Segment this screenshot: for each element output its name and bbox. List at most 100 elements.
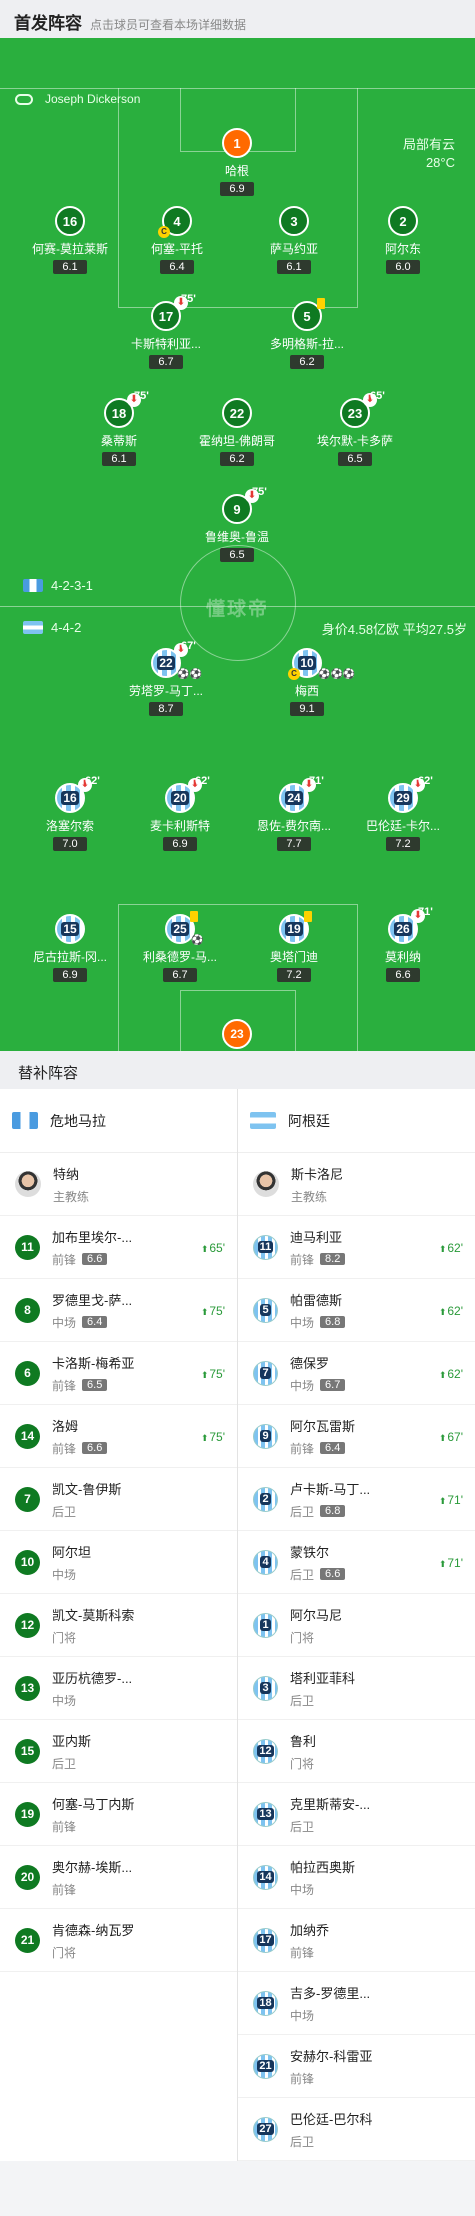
away-sub-row[interactable]: 17 加纳乔 前锋 (238, 1909, 475, 1972)
subs-section: 危地马拉 特纳主教练 11 加布里埃尔-... 前锋 6.6 65' 8 罗德里戈-萨... 中… (0, 1089, 475, 2161)
home-player[interactable]: 4 C 何塞-平托 6.4 (127, 206, 227, 275)
away-player[interactable]: 22 ⬇ 67' ⚽⚽ 劳塔罗-马丁... 8.7 (116, 640, 216, 717)
sub-position-line: 门将 (290, 1629, 408, 1646)
away-sub-row[interactable]: 2 卢卡斯-马丁... 后卫 6.8 71' (238, 1468, 475, 1531)
shirt-number: 23 (347, 405, 363, 421)
sub-info: 凯文-鲁伊斯 后卫 (52, 1479, 170, 1520)
shirt-number: 20 (20, 1870, 35, 1884)
away-sub-row[interactable]: 14 帕拉西奥斯 中场 (238, 1846, 475, 1909)
home-sub-row[interactable]: 特纳 主教练 (0, 1153, 237, 1216)
sub-minute: 75' (252, 486, 267, 498)
away-sub-row[interactable]: 18 吉多-罗德里... 中场 (238, 1972, 475, 2035)
shirt-number-badge: 11 (253, 1234, 278, 1260)
sub-on-minute: 75' (201, 1304, 225, 1318)
sub-position: 后卫 (290, 1693, 315, 1708)
home-team-name: 危地马拉 (50, 1112, 106, 1129)
sub-info: 何塞-马丁内斯 前锋 (52, 1794, 170, 1835)
away-sub-row[interactable]: 12 鲁利 门将 (238, 1720, 475, 1783)
shirt-number: 9 (260, 1430, 271, 1442)
away-player[interactable]: 19 奥塔门迪 7.2 (244, 911, 344, 983)
home-sub-row[interactable]: 12 凯文-莫斯科索 门将 (0, 1594, 237, 1657)
home-player[interactable]: 17 ⬇ 75' 卡斯特利亚... 6.7 (116, 293, 216, 370)
away-sub-row[interactable]: 3 塔利亚菲科 后卫 (238, 1657, 475, 1720)
player-rating: 6.9 (220, 182, 254, 196)
lineup-title: 首发阵容 (14, 14, 82, 33)
shirt-number-badge: 13 (15, 1675, 40, 1701)
away-player[interactable]: 24 ⬇ 71' 恩佐-费尔南... 7.7 (244, 775, 344, 852)
coach-avatar (253, 1171, 279, 1197)
home-player[interactable]: 1 哈根 6.9 (187, 128, 287, 197)
sub-on-minute: 65' (201, 1241, 225, 1255)
shirt-number-badge: 5 (253, 1297, 278, 1323)
lineup-header: 首发阵容 点击球员可查看本场详细数据 (0, 0, 475, 38)
sub-on-minute: 62' (439, 1367, 463, 1381)
away-player[interactable]: 15 尼古拉斯-冈... 6.9 (20, 914, 120, 983)
home-sub-row[interactable]: 20 奥尔赫-埃斯... 前锋 (0, 1846, 237, 1909)
shirt-number: 18 (111, 405, 127, 421)
home-player[interactable]: 9 ⬇ 75' 鲁维奥-鲁温 6.5 (187, 486, 287, 563)
sub-position-line: 后卫 (52, 1755, 170, 1772)
home-player[interactable]: 5 多明格斯-拉... 6.2 (257, 298, 357, 370)
sub-position-line: 后卫 6.8 (290, 1503, 408, 1520)
home-sub-row[interactable]: 10 阿尔坦 中场 (0, 1531, 237, 1594)
sub-name: 肯德森-纳瓦罗 (52, 1922, 135, 1938)
yellow-card-icon (304, 911, 312, 922)
sub-info: 凯文-莫斯科索 门将 (52, 1605, 170, 1646)
home-sub-row[interactable]: 21 肯德森-纳瓦罗 门将 (0, 1909, 237, 1972)
shirt-number: 29 (394, 791, 412, 805)
away-sub-row[interactable]: 13 克里斯蒂安-... 后卫 (238, 1783, 475, 1846)
away-sub-row[interactable]: 5 帕雷德斯中场 6.8 62' (238, 1279, 475, 1342)
away-player[interactable]: 25 ⚽ 利桑德罗-马... 6.7 (130, 911, 230, 983)
home-sub-row[interactable]: 14 洛姆前锋 6.6 75' (0, 1405, 237, 1468)
away-player[interactable]: 26 ⬇ 71' 莫利纳 6.6 (353, 906, 453, 983)
player-avatar: 26 ⬇ 71' (388, 906, 433, 944)
home-player[interactable]: 18 ⬇ 75' 桑蒂斯 6.1 (69, 390, 169, 467)
home-sub-row[interactable]: 6 卡洛斯-梅希亚前锋 6.5 75' (0, 1342, 237, 1405)
sub-info: 巴伦廷-巴尔科 后卫 (290, 2109, 408, 2150)
home-player[interactable]: 2 阿尔东 6.0 (353, 206, 453, 275)
away-sub-row[interactable]: 4 蒙铁尔后卫 6.6 71' (238, 1531, 475, 1594)
shirt-number: 7 (24, 1492, 31, 1506)
home-player[interactable]: 22 霍纳坦-佛朗哥 6.2 (187, 398, 287, 467)
home-player[interactable]: 23 ⬇ 65' 埃尔默-卡多萨 6.5 (305, 390, 405, 467)
away-sub-row[interactable]: 27 巴伦廷-巴尔科 后卫 (238, 2098, 475, 2161)
home-sub-row[interactable]: 8 罗德里戈-萨... 中场 6.4 75' (0, 1279, 237, 1342)
away-player[interactable]: 29 ⬇ 62' 巴伦廷-卡尔... 7.2 (353, 775, 453, 852)
sub-minute: 75' (181, 293, 196, 305)
away-subs-column: 阿根廷 斯卡洛尼主教练 11 迪马利亚前锋 8.2 62' 5 帕雷德斯中场 6.8 62' 7 德… (238, 1089, 475, 2161)
home-sub-row[interactable]: 13 亚历杭德罗-... 中场 (0, 1657, 237, 1720)
home-player[interactable]: 3 萨马约亚 6.1 (244, 206, 344, 275)
away-sub-row[interactable]: 1 阿尔马尼 门将 (238, 1594, 475, 1657)
player-rating: 8.7 (149, 702, 183, 716)
away-player[interactable]: 20 ⬇ 62' 麦卡利斯特 6.9 (130, 775, 230, 852)
away-age-text: 平均27.5岁 (402, 622, 467, 637)
sub-name: 吉多-罗德里... (290, 1985, 371, 2001)
shirt-number: 10 (20, 1555, 35, 1569)
away-player[interactable]: 16 ⬇ 62' 洛塞尔索 7.0 (20, 775, 120, 852)
away-player[interactable]: 23达米安-马丁...6.2 (187, 1019, 287, 1051)
sub-rating: 6.8 (320, 1316, 346, 1328)
away-formation-text: 4-4-2 (51, 620, 82, 635)
player-rating: 7.2 (277, 968, 311, 982)
sub-info: 亚内斯 后卫 (52, 1731, 170, 1772)
home-player[interactable]: 16 何赛-莫拉莱斯 6.1 (20, 206, 120, 275)
player-rating: 6.1 (53, 260, 87, 274)
home-sub-row[interactable]: 11 加布里埃尔-... 前锋 6.6 65' (0, 1216, 237, 1279)
away-sub-row[interactable]: 21 安赫尔-科雷亚 前锋 (238, 2035, 475, 2098)
away-sub-row[interactable]: 7 德保罗中场 6.7 62' (238, 1342, 475, 1405)
sub-info: 迪马利亚 前锋 8.2 (290, 1227, 408, 1268)
player-rating: 7.7 (277, 837, 311, 851)
player-name: 麦卡利斯特 (149, 819, 210, 833)
player-avatar: 10 C ⚽⚽⚽ (288, 648, 355, 680)
home-sub-row[interactable]: 19 何塞-马丁内斯 前锋 (0, 1783, 237, 1846)
home-sub-row[interactable]: 7 凯文-鲁伊斯 后卫 (0, 1468, 237, 1531)
away-sub-row[interactable]: 9 阿尔瓦雷斯前锋 6.4 67' (238, 1405, 475, 1468)
away-sub-row[interactable]: 11 迪马利亚前锋 8.2 62' (238, 1216, 475, 1279)
shirt-number-badge: 3 (253, 1675, 278, 1701)
sub-position: 主教练 (291, 1189, 328, 1204)
away-player[interactable]: 10 C ⚽⚽⚽ 梅西 9.1 (257, 648, 357, 717)
home-sub-row[interactable]: 15 亚内斯 后卫 (0, 1720, 237, 1783)
player-rating: 6.9 (53, 968, 87, 982)
sub-name: 蒙铁尔 (290, 1544, 330, 1560)
away-sub-row[interactable]: 斯卡洛尼 主教练 (238, 1153, 475, 1216)
